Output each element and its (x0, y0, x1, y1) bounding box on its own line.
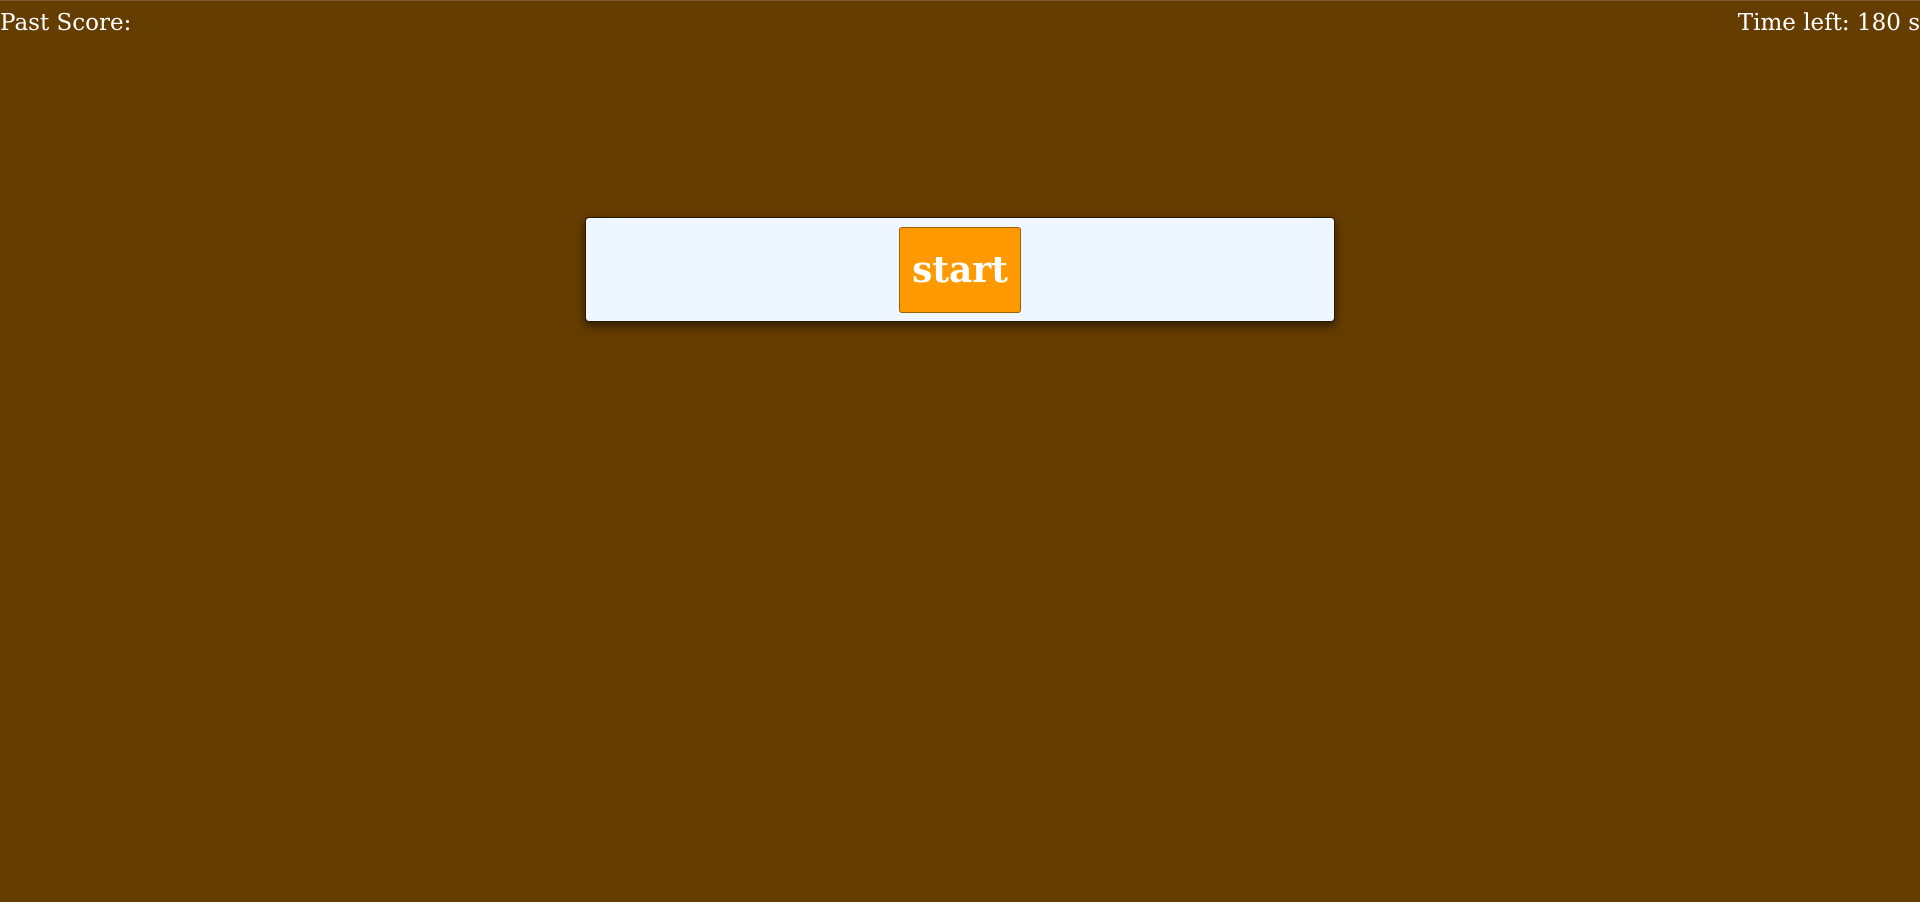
start-panel: start (585, 217, 1335, 322)
top-border (0, 0, 1920, 1)
start-button[interactable]: start (899, 227, 1021, 313)
past-score-label: Past Score: (0, 10, 132, 36)
time-left-label: Time left: 180 s (1737, 10, 1920, 36)
